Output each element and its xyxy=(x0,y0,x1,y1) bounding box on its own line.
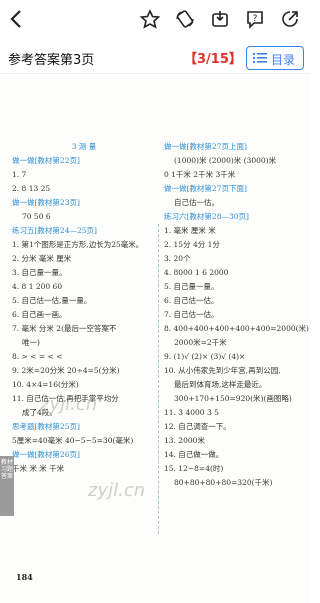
help-feedback-icon[interactable]: ? xyxy=(245,9,265,29)
svg-text:?: ? xyxy=(253,14,258,24)
answer-line: 3. 自己量一量。 xyxy=(12,268,67,277)
back-icon[interactable] xyxy=(6,8,28,30)
document-page[interactable]: 3 测 量做一做[教材第22页] 1. 7 2. 8 13 25 做一做[教材第23页… xyxy=(0,76,310,603)
answer-line: 2000米=2千米 xyxy=(174,338,227,347)
answer-line: 70 50 6 xyxy=(22,212,51,221)
answer-line: 做一做[教材第23页] xyxy=(12,198,80,207)
answer-line: (1000)米 (2000)米 (3000)米 xyxy=(174,156,277,165)
answer-line: 1. 第1个图形是正方形,边长为25毫米。 xyxy=(12,240,144,249)
top-toolbar: ? xyxy=(0,0,310,38)
answer-line: 0 1千米 2千米 3千米 xyxy=(164,170,236,179)
answer-line: 5厘米=40毫米 40−5−5=30(毫米) xyxy=(12,436,134,445)
answer-line: 10. 4×4=16(分米) xyxy=(12,380,79,389)
answer-line: 做一做[教材第22页] xyxy=(12,156,80,165)
answer-line: 10. 从小伟家先到少年宫,再到公园, xyxy=(164,366,281,375)
share-icon[interactable] xyxy=(280,9,300,29)
answer-line: 13. 2000米 xyxy=(164,436,205,445)
answer-line: 最后到体育场,这样走最近。 xyxy=(174,380,267,389)
answer-line: 3 测 量 xyxy=(71,142,97,151)
answer-line: 8. 400+400+400+400+400=2000(米) xyxy=(164,324,309,333)
answer-line: 9. (1)√ (2)× (3)√ (4)× xyxy=(164,352,246,361)
download-icon[interactable] xyxy=(210,9,230,29)
side-tab: 教材习题答案 xyxy=(0,456,14,516)
document-title: 参考答案第3页 xyxy=(8,53,95,68)
answer-line: 练习五[教材第24—25页] xyxy=(12,226,97,235)
answer-line: 300+170+150=920(米)(画图略) xyxy=(174,394,292,403)
answer-line: 9. 2米=20分米 20÷4=5(分米) xyxy=(12,366,120,375)
answer-column-right: 做一做[教材第27页上面] (1000)米 (2000)米 (3000)米 0 1千… xyxy=(164,140,309,490)
answer-line: 1. 7 xyxy=(12,170,27,179)
watermark: zyjl.cn xyxy=(88,480,146,501)
answer-line: 8. > < = < < xyxy=(12,352,63,361)
answer-line: 千米 米 米 千米 xyxy=(12,464,65,473)
answer-line: 7. 毫米 分米 2(最后一空答案不 xyxy=(12,324,117,333)
answer-line: 14. 自己做一做。 xyxy=(164,450,224,459)
answer-line: 11. 3 4000 3 5 xyxy=(164,408,219,417)
answer-line: 5. 自己估一估,量一量。 xyxy=(12,296,92,305)
answer-line: 做一做[教材第27页上面] xyxy=(164,142,247,151)
page-number: 184 xyxy=(16,572,33,582)
list-icon xyxy=(253,53,267,63)
answer-line: 2. 分米 毫米 厘米 xyxy=(12,254,72,263)
answer-line: 5. 自己量一量。 xyxy=(164,282,219,291)
answer-line: 80+80+80+80=320(千米) xyxy=(174,478,273,487)
answer-line: 6. 自己画一画。 xyxy=(12,310,67,319)
answer-column-left: 3 测 量做一做[教材第22页] 1. 7 2. 8 13 25 做一做[教材第23页… xyxy=(12,140,156,476)
answer-line: 做一做[教材第27页下面] xyxy=(164,184,247,193)
page-indicator: 【3/15】 xyxy=(184,52,242,67)
answer-line: 唯一) xyxy=(22,338,40,347)
answer-line: 4. 8 1 200 60 xyxy=(12,282,63,291)
answer-line: 3. 20个 xyxy=(164,254,191,263)
document-title-bar: 参考答案第3页 【3/15】 目录 xyxy=(0,40,310,74)
column-divider xyxy=(158,224,159,534)
watermark: zyjl.cn xyxy=(40,394,98,415)
answer-line: 2. 15分 4分 1分 xyxy=(164,240,220,249)
answer-line: 做一做[教材第26页] xyxy=(12,450,80,459)
answer-line: 15. 12−8=4(时) xyxy=(164,464,224,473)
toc-button[interactable]: 目录 xyxy=(246,46,304,70)
toc-label: 目录 xyxy=(271,53,296,67)
answer-line: 7. 自己估一估。 xyxy=(164,310,219,319)
answer-line: 思考题[教材第25页] xyxy=(12,422,80,431)
answer-line: 2. 8 13 25 xyxy=(12,184,51,193)
rotate-screen-icon[interactable] xyxy=(175,9,195,29)
answer-line: 练习六[教材第28—30页] xyxy=(164,212,249,221)
answer-line: 12. 自己调查一下。 xyxy=(164,422,231,431)
bookmark-star-icon[interactable] xyxy=(140,9,160,29)
answer-line: 自己估一估。 xyxy=(174,198,219,207)
answer-line: 1. 毫米 厘米 米 xyxy=(164,226,216,235)
answer-line: 4. 8000 1 6 2000 xyxy=(164,268,229,277)
answer-line: 6. 自己估一估。 xyxy=(164,296,219,305)
